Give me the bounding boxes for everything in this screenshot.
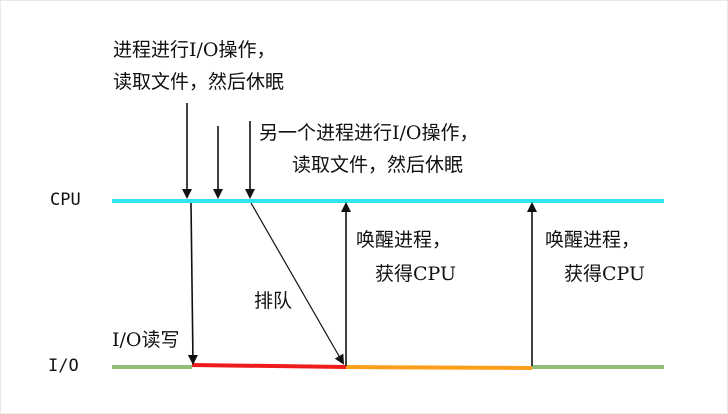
diagram-graphics [112,103,664,370]
wake2-annotation-line1: 唤醒进程， [545,229,641,251]
process1-annotation-line2: 读取文件，然后休眠 [113,71,285,93]
wake1-annotation-line2: 获得CPU [375,263,457,285]
process2-annotation-line1: 另一个进程进行I/O操作， [259,122,479,144]
io-busy-segment-first-process [191,363,347,369]
io-busy-segment-second-process [345,365,533,370]
process2-annotation-line2: 读取文件，然后休眠 [292,154,464,176]
wake1-annotation-line1: 唤醒进程， [356,229,452,251]
arrow-cpu-to-io-start [187,202,198,365]
wake2-annotation-line2: 获得CPU [564,263,646,285]
process1-annotation-line1: 进程进行I/O操作， [113,39,276,61]
cpu-axis-label: CPU [50,190,81,210]
arrow-queue-diagonal [250,202,344,365]
io-cpu-timeline-diagram: CPU I/O 进程进行I/O操作， 读取文件，然后休眠 另一个进程进行I/O操… [0,0,728,414]
io-axis-label: I/O [48,356,79,376]
queue-label: 排队 [254,290,293,312]
io-read-write-label: I/O读写 [112,329,180,351]
